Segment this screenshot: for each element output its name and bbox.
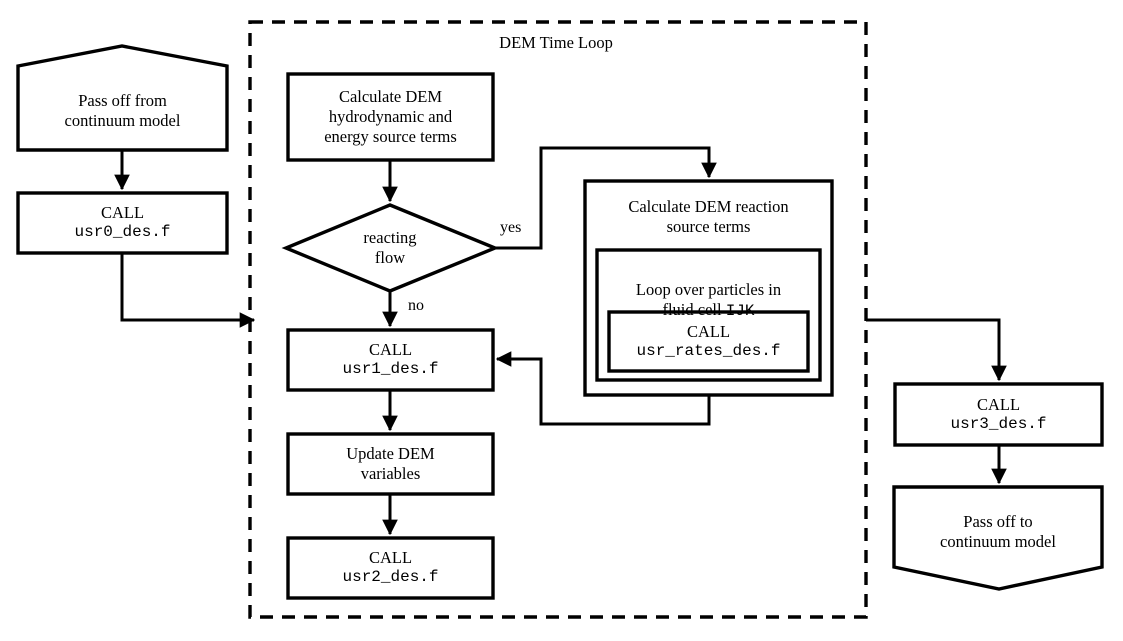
flowchart-canvas: DEM Time Loop Pass off from continuum mo…: [0, 0, 1123, 641]
node-pass-off-from-label: Pass off from continuum model: [64, 90, 181, 130]
edge-label-no: no: [408, 297, 424, 314]
node-reacting-flow-label: reacting flow: [363, 227, 417, 267]
node-usr0[interactable]: CALL usr0_des.f: [18, 193, 227, 253]
node-usr1[interactable]: CALL usr1_des.f: [288, 330, 493, 390]
node-pass-off-to-label: Pass off to continuum model: [940, 511, 1056, 551]
node-usr1-call-label: CALL: [368, 340, 413, 360]
node-usr3-file-label: usr3_des.f: [950, 414, 1047, 433]
node-calc-reaction-label: Calculate DEM reaction source terms: [628, 196, 789, 236]
node-usr1-file-label: usr1_des.f: [342, 360, 439, 379]
node-loop-particles-label: Loop over particles in fluid cell IJK: [597, 256, 820, 320]
node-usr2-file-label: usr2_des.f: [342, 568, 439, 587]
node-usr0-file-label: usr0_des.f: [74, 223, 171, 242]
dem-time-loop-label: DEM Time Loop: [499, 33, 613, 52]
node-usr2-call-label: CALL: [368, 548, 413, 568]
node-usr-rates[interactable]: CALL usr_rates_des.f: [609, 312, 808, 371]
node-usr-rates-file-label: usr_rates_des.f: [636, 341, 781, 360]
node-usr3[interactable]: CALL usr3_des.f: [895, 384, 1102, 445]
node-usr2[interactable]: CALL usr2_des.f: [288, 538, 493, 598]
node-usr3-call-label: CALL: [976, 394, 1021, 414]
node-calc-hydro-label: Calculate DEM hydrodynamic and energy so…: [324, 86, 457, 147]
edge-usr0-to-loop: [120, 253, 256, 328]
edge-loop-to-usr3: [866, 318, 1007, 382]
node-usr0-call-label: CALL: [100, 203, 145, 223]
node-update-dem-label: Update DEM variables: [346, 443, 435, 483]
node-usr-rates-call-label: CALL: [686, 321, 731, 341]
edge-label-yes: yes: [500, 219, 522, 236]
